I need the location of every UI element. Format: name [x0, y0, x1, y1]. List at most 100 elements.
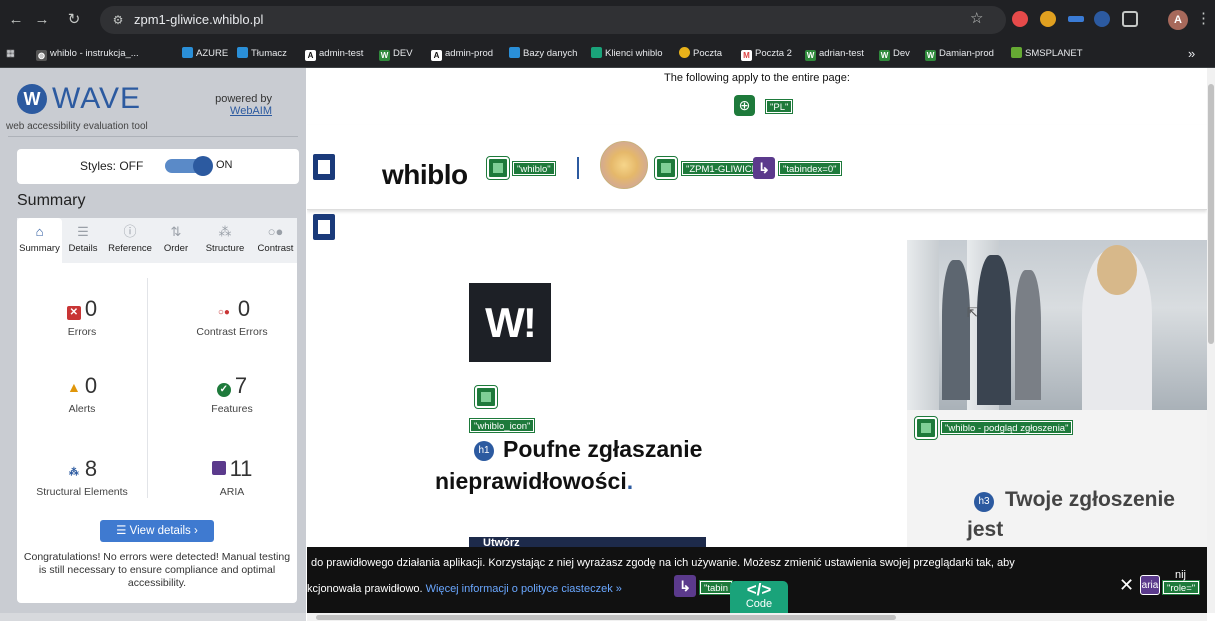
bookmark-item[interactable]: W Damian-prod	[925, 47, 994, 61]
tab-order[interactable]: ⇅ Order	[156, 218, 196, 263]
wave-header: W WAVE web accessibility evaluation tool…	[0, 68, 306, 138]
styles-toggle[interactable]	[165, 156, 213, 176]
alt-tag-preview: "whiblo - podgląd zgłoszenia"	[939, 420, 1074, 435]
back-icon[interactable]: ←	[6, 10, 26, 30]
whiblo-logo[interactable]: whiblo	[382, 159, 468, 191]
bookmark-item[interactable]: Klienci whiblo	[591, 47, 663, 61]
stat-structural[interactable]: ⁂ 8 Structural Elements	[17, 456, 147, 498]
horizontal-scrollbar-thumb[interactable]	[316, 615, 896, 620]
wave-logo-icon: W	[17, 84, 47, 114]
close-icon[interactable]: ✕	[1119, 575, 1134, 596]
structure-icon: ⁂	[66, 466, 81, 480]
tab-reference[interactable]: ⓘ Reference	[104, 218, 156, 263]
features-label: Features	[211, 403, 253, 415]
w-icon: W	[879, 50, 890, 61]
image-icon[interactable]	[486, 156, 510, 180]
contrast-error-icon: ○●	[213, 306, 234, 320]
wave-sidebar: W WAVE web accessibility evaluation tool…	[0, 68, 306, 621]
preview-photo	[907, 240, 1207, 410]
language-globe-icon[interactable]: ⊕	[734, 95, 755, 116]
tab-details[interactable]: ☰ Details	[62, 218, 104, 263]
database-icon	[509, 47, 520, 58]
url-text[interactable]: zpm1-gliwice.whiblo.pl	[134, 12, 263, 27]
bookmark-item[interactable]: Wadrian-test	[805, 47, 864, 61]
wave-extension-icon[interactable]	[1094, 11, 1110, 27]
contrast-icon: ○●	[267, 224, 284, 239]
bookmark-star-icon[interactable]: ☆	[970, 9, 983, 27]
bookmark-item[interactable]: Bazy danych	[509, 47, 577, 61]
extension-icon[interactable]	[1012, 11, 1028, 27]
view-details-button[interactable]: ☰ View details ›	[100, 520, 214, 542]
reload-icon[interactable]: ↻	[64, 10, 84, 30]
bookmark-item[interactable]: SMSPLANET	[1011, 47, 1083, 61]
toggle-knob[interactable]	[193, 156, 213, 176]
tab-contrast[interactable]: ○● Contrast	[254, 218, 297, 263]
bookmark-item[interactable]: W DEV	[379, 47, 413, 61]
aria-icon	[211, 461, 226, 475]
cookie-policy-link[interactable]: Więcej informacji o polityce ciasteczek …	[426, 583, 622, 595]
tabindex-icon[interactable]: ↳	[674, 575, 696, 597]
photo-person	[1097, 245, 1137, 295]
webaim-link[interactable]: WebAIM	[214, 105, 272, 117]
header-structure-icon[interactable]	[313, 154, 335, 180]
globe-icon: ◍	[36, 50, 47, 61]
extensions-puzzle-icon[interactable]	[1122, 11, 1138, 27]
photo-window	[907, 240, 939, 410]
code-toggle-button[interactable]: </> Code	[730, 581, 788, 613]
bookmark-item[interactable]: AZURE	[182, 47, 228, 61]
school-logo-image[interactable]	[600, 141, 648, 189]
sms-icon	[1011, 47, 1022, 58]
aria-count: 11	[229, 456, 253, 481]
contrast-count: 0	[237, 296, 251, 321]
sheet-icon	[591, 47, 602, 58]
apps-grid-icon[interactable]: ▦	[6, 47, 15, 61]
feature-icon: ✓	[216, 383, 231, 397]
cookie-banner: do prawidłowego działania aplikacji. Kor…	[307, 547, 1207, 613]
wave-tabs: ⌂ Summary ☰ Details ⓘ Reference ⇅ Order …	[17, 218, 297, 263]
stat-features[interactable]: ✓ 7 Features	[167, 373, 297, 415]
bookmarks-bar: ▦ ◍ whiblo - instrukcja_... AZURE Tłumacz…	[0, 40, 1215, 68]
profile-avatar[interactable]: A	[1168, 10, 1188, 30]
image-icon[interactable]	[914, 416, 938, 440]
bookmark-item[interactable]: Aadmin-test	[305, 47, 363, 61]
bookmark-item[interactable]: M Poczta 2	[741, 47, 792, 61]
site-header: whiblo "whiblo" "ZPM1-GLIWICE" ↳ "tabind…	[307, 125, 1207, 210]
extension-icon[interactable]	[1040, 11, 1056, 27]
tabindex-tag: "tabindex=0"	[778, 161, 842, 176]
bookmark-item[interactable]: ◍ whiblo - instrukcja_...	[36, 47, 139, 61]
bookmark-item[interactable]: W Dev	[879, 47, 910, 61]
address-bar[interactable]: ⚙ zpm1-gliwice.whiblo.pl	[100, 6, 1006, 34]
image-icon[interactable]	[474, 385, 498, 409]
code-label: Code	[745, 598, 773, 610]
stat-aria[interactable]: 11 ARIA	[167, 456, 297, 498]
extension-icon[interactable]	[1068, 16, 1084, 22]
summary-panel: ⌂ Summary ☰ Details ⓘ Reference ⇅ Order …	[17, 218, 297, 603]
forward-icon[interactable]: →	[32, 10, 52, 30]
wave-subtitle: web accessibility evaluation tool	[6, 121, 148, 132]
main-structure-icon[interactable]	[313, 214, 335, 240]
more-bookmarks-icon[interactable]: »	[1188, 47, 1195, 61]
stat-contrast[interactable]: ○● 0 Contrast Errors	[167, 296, 297, 338]
bookmark-item[interactable]: Aadmin-prod	[431, 47, 493, 61]
order-icon: ⇅	[170, 224, 182, 239]
tab-summary[interactable]: ⌂ Summary	[17, 218, 62, 263]
site-settings-icon[interactable]: ⚙	[110, 12, 126, 28]
sidebar-scrollbar[interactable]	[0, 613, 306, 621]
browser-menu-icon[interactable]: ⋮	[1196, 9, 1211, 27]
bookmark-item[interactable]: Tłumacz	[237, 47, 287, 61]
alert-icon: ▲	[66, 379, 81, 395]
image-icon[interactable]	[654, 156, 678, 180]
azure-icon	[182, 47, 193, 58]
bookmark-item[interactable]: Poczta	[679, 47, 722, 61]
stat-alerts[interactable]: ▲ 0 Alerts	[17, 373, 147, 415]
structural-label: Structural Elements	[36, 486, 128, 498]
styles-label: Styles: OFF	[80, 159, 144, 173]
tabindex-tag: "tabin	[699, 580, 733, 595]
scrollbar-thumb[interactable]	[1208, 84, 1214, 344]
alt-tag-whiblo-icon: "whiblo_icon"	[468, 418, 536, 433]
tab-structure[interactable]: ⁂ Structure	[196, 218, 254, 263]
aria-icon[interactable]: aria	[1140, 575, 1160, 595]
stat-errors[interactable]: ✕ 0 Errors	[17, 296, 147, 338]
tabindex-icon[interactable]: ↳	[753, 157, 775, 179]
styles-toggle-box: Styles: OFF ON	[17, 149, 299, 184]
